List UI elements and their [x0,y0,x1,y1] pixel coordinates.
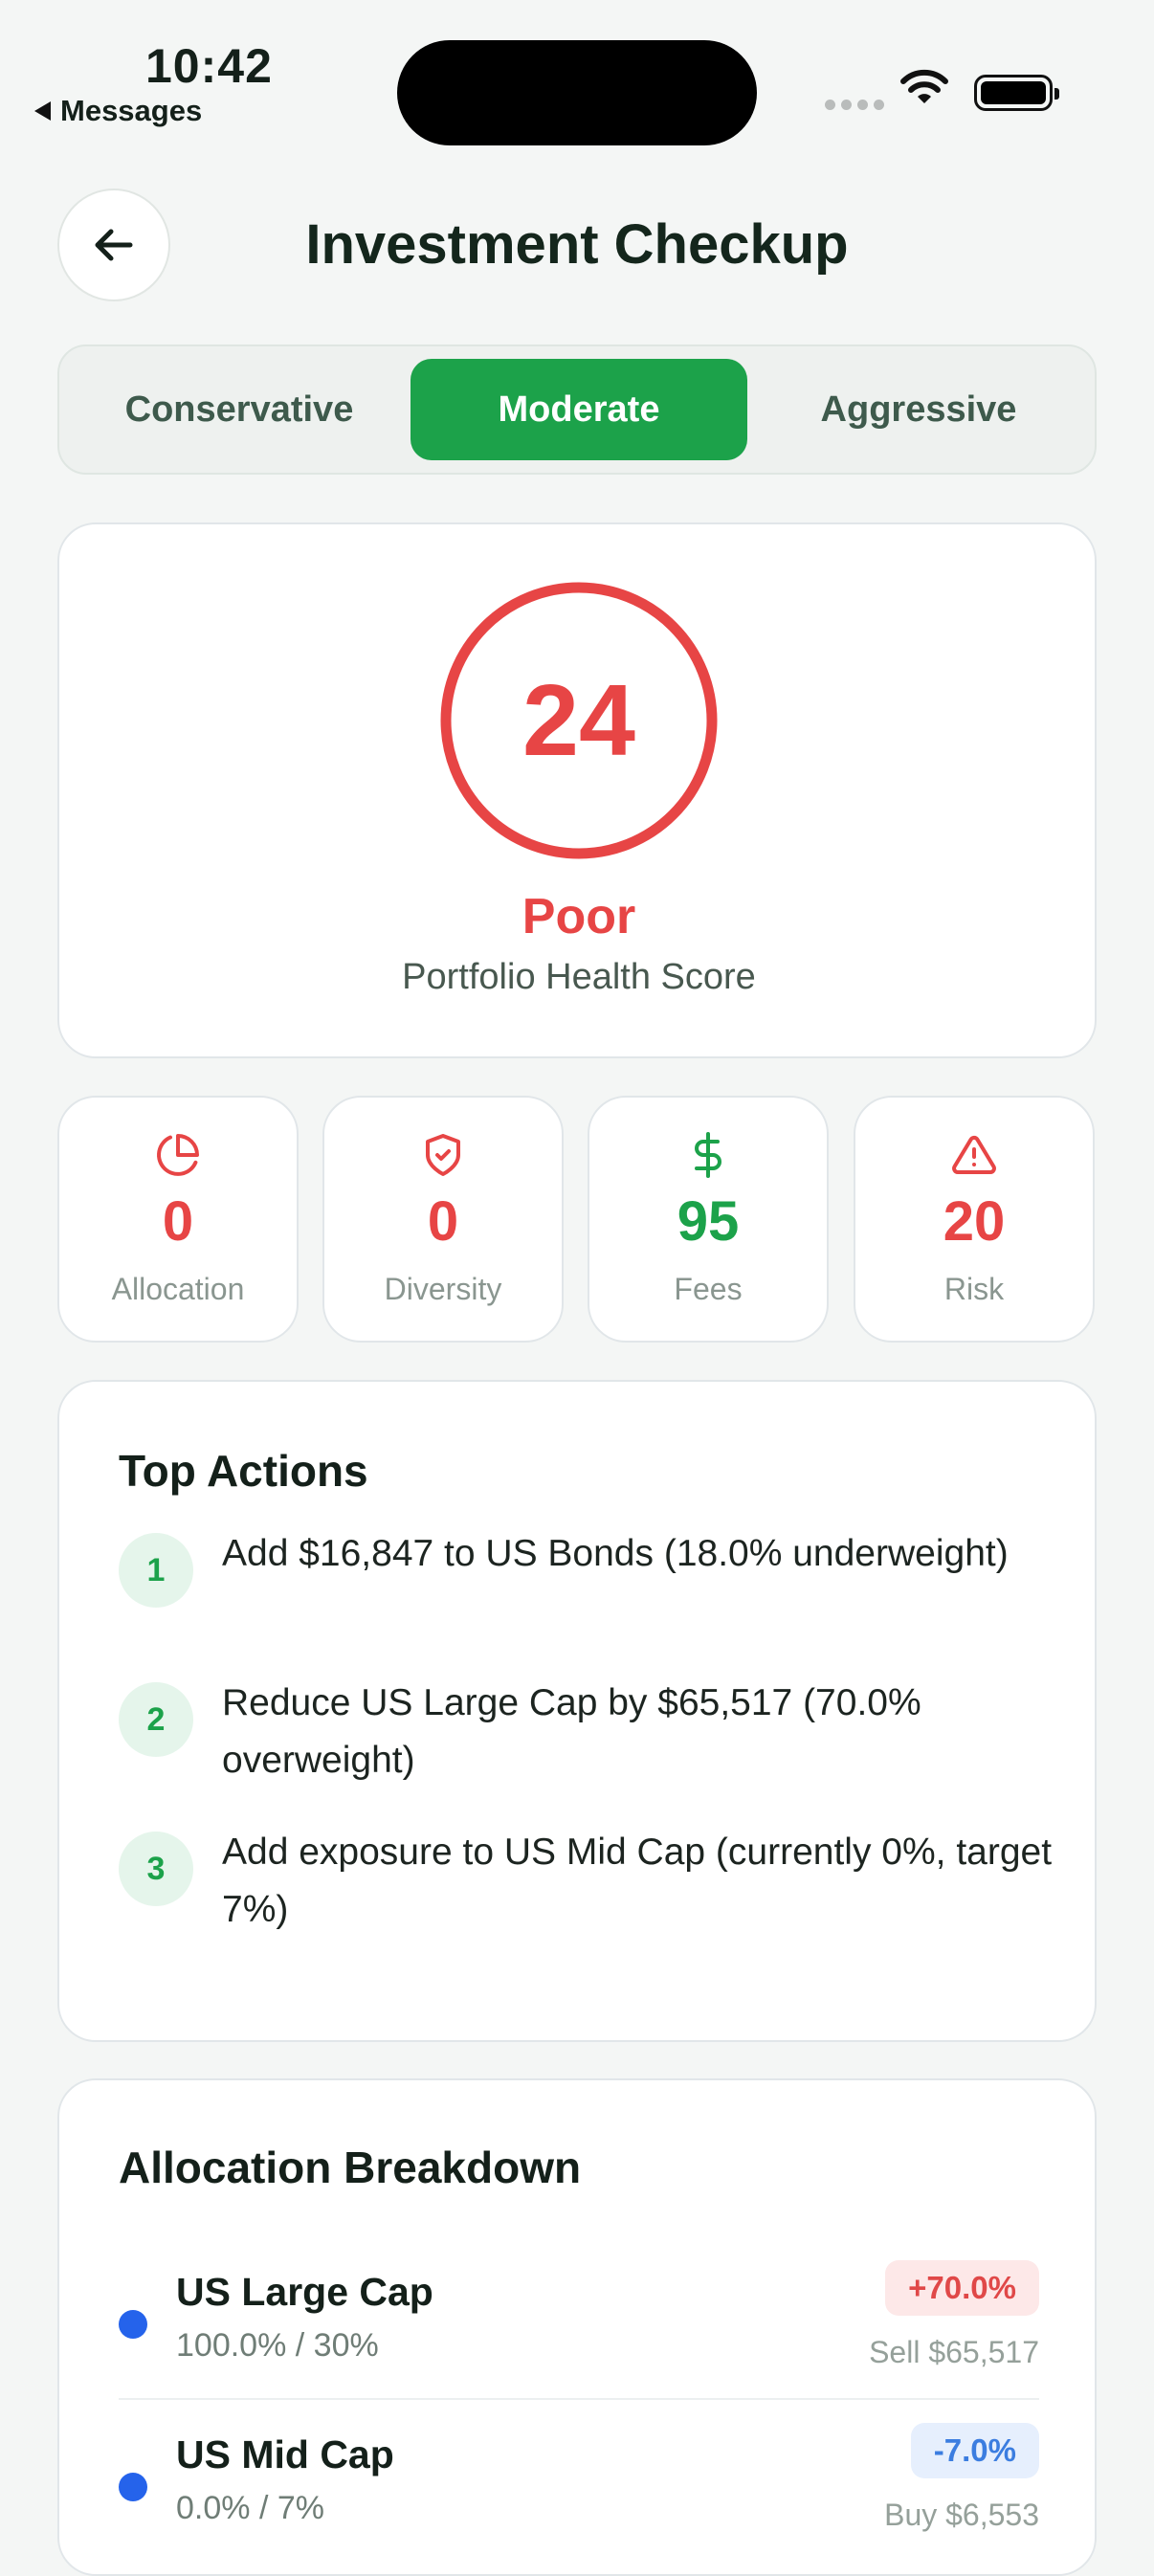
score-value: 24 [522,663,635,777]
action-number-badge: 3 [119,1832,193,1906]
asset-current-target: 100.0% / 30% [176,2327,379,2364]
divider [119,2398,1039,2400]
pie-chart-icon [157,1134,199,1176]
asset-name: US Mid Cap [176,2432,394,2476]
asset-color-dot [119,2473,147,2501]
metric-risk[interactable]: 20 Risk [854,1096,1095,1343]
risk-profile-selector: Conservative Moderate Aggressive [57,344,1097,475]
page-title: Investment Checkup [305,213,849,276]
metric-label: Fees [674,1272,743,1306]
dynamic-island [397,40,757,145]
section-title: Top Actions [119,1446,368,1496]
allocation-row[interactable]: US Large Cap 100.0% / 30% +70.0% Sell $6… [119,2251,1039,2413]
wifi-icon [900,69,948,103]
tab-aggressive[interactable]: Aggressive [756,359,1081,460]
status-time: 10:42 [145,39,273,93]
score-ring: 24 [440,582,718,859]
metric-value: 0 [427,1190,459,1253]
rebalance-amount: Buy $6,553 [884,2498,1039,2532]
delta-badge: +70.0% [885,2260,1039,2316]
warning-icon [952,1135,996,1174]
allocation-breakdown-card: Allocation Breakdown US Large Cap 100.0%… [57,2078,1097,2576]
action-text: Reduce US Large Cap by $65,517 (70.0% ov… [222,1682,921,1781]
metric-value: 95 [677,1190,740,1253]
action-number-badge: 2 [119,1682,193,1757]
back-to-app-link[interactable]: Messages [34,94,202,128]
health-score-card: 24 Poor Portfolio Health Score [57,522,1097,1058]
action-text: Add exposure to US Mid Cap (currently 0%… [222,1832,1053,1930]
battery-icon [974,75,1059,111]
metric-diversity[interactable]: 0 Diversity [322,1096,564,1343]
status-bar: 10:42 Messages [0,0,1154,163]
metric-fees[interactable]: 95 Fees [588,1096,829,1343]
action-text: Add $16,847 to US Bonds (18.0% underweig… [222,1533,1009,1574]
back-triangle-icon [34,101,51,121]
score-subtitle: Portfolio Health Score [402,957,756,997]
metric-label: Diversity [384,1272,502,1306]
score-rating: Poor [522,889,636,944]
metric-value: 0 [162,1190,194,1253]
tab-conservative[interactable]: Conservative [77,359,402,460]
back-app-label: Messages [60,94,203,127]
tab-moderate[interactable]: Moderate [411,359,747,460]
delta-badge: -7.0% [910,2423,1039,2478]
dollar-icon [695,1132,721,1178]
metric-label: Allocation [111,1272,245,1306]
action-number-badge: 1 [119,1533,193,1608]
shield-icon [426,1134,460,1176]
asset-color-dot [119,2310,147,2339]
section-title: Allocation Breakdown [119,2143,582,2192]
signal-dots-icon [825,100,884,110]
metric-allocation[interactable]: 0 Allocation [57,1096,299,1343]
metric-label: Risk [943,1272,1005,1306]
allocation-row[interactable]: US Mid Cap 0.0% / 7% -7.0% Buy $6,553 [119,2413,1039,2576]
rebalance-amount: Sell $65,517 [869,2335,1039,2369]
metric-value: 20 [943,1190,1006,1253]
top-actions-card: Top Actions 1 Add $16,847 to US Bonds (1… [57,1380,1097,2042]
asset-name: US Large Cap [176,2270,433,2314]
